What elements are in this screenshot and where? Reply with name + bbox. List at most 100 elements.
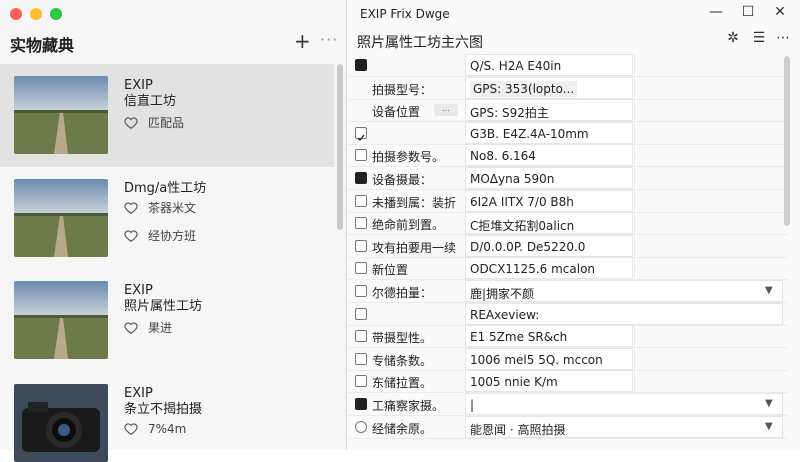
property-row[interactable]: 经储余原。 能恩闻 · 高照拍摄 ▼ — [348, 415, 788, 439]
property-value[interactable]: | — [465, 393, 783, 415]
property-row[interactable]: 带摄型性。 E1 5Zme SR&ch — [348, 325, 788, 349]
property-row[interactable]: 新位置 ODCX1125.6 mcalon — [348, 257, 788, 281]
property-value[interactable]: REAxeview: — [465, 302, 783, 325]
property-value-text: E1 5Zme SR&ch — [470, 330, 568, 345]
property-value[interactable]: 能恩闻 · 高照拍摄 — [465, 415, 783, 438]
property-row[interactable]: 设备摄最： MOΔyna 590n — [348, 167, 788, 190]
property-value-text: GPS: S92拍主 — [470, 106, 549, 121]
property-label: 工痛察家摄。 — [372, 399, 445, 413]
empty-cell — [634, 54, 666, 76]
row-checkbox[interactable] — [355, 330, 367, 343]
item-meta-text: 果进 — [148, 321, 173, 335]
list-item[interactable]: EXIP 条立不揭拍摄 7%4m — [0, 372, 334, 462]
add-item-button[interactable]: + — [294, 29, 311, 53]
maximize-icon[interactable]: ☐ — [738, 4, 758, 20]
chevron-down-icon[interactable]: ▼ — [765, 398, 773, 409]
close-window-button[interactable] — [10, 8, 22, 20]
empty-cell — [634, 144, 666, 167]
property-label: 设备摄最： — [372, 173, 433, 187]
property-value[interactable]: No8. 6.164 — [465, 144, 633, 167]
road-thumbnail — [14, 179, 108, 257]
property-row[interactable]: 未播到属：装折 6I2A IITX 7/0 B8h — [348, 189, 788, 213]
row-checkbox[interactable] — [355, 352, 367, 365]
property-value[interactable]: 1005 nnie K/m — [465, 370, 633, 393]
property-value-text: GPS: 353(lopto... — [470, 80, 578, 97]
list-item[interactable]: EXIP 信直工坊 匹配品 — [0, 64, 334, 167]
property-row[interactable]: 绝命前到置。 C拒堆文拓割0alicn — [348, 212, 788, 236]
item-title: EXIP 信直工坊 — [124, 78, 177, 109]
heart-icon[interactable] — [124, 116, 138, 130]
property-label: 拍摄参数号。 — [372, 150, 445, 165]
item-meta: 7%4m — [124, 422, 186, 436]
location-picker-button[interactable]: … — [434, 104, 458, 117]
row-checkbox[interactable] — [355, 375, 367, 388]
property-label: 未播到属：装折 — [372, 195, 457, 210]
property-row[interactable]: 东储拉置。 1005 nnie K/m — [348, 370, 788, 394]
property-value[interactable]: 鹿|拥家不颜 — [465, 280, 783, 302]
property-row[interactable]: 专储条数。 1006 mel5 5Q. mccon — [348, 347, 788, 371]
close-icon[interactable]: ✕ — [770, 4, 790, 20]
property-value[interactable]: GPS: 353(lopto... — [465, 76, 633, 99]
property-value-text: C拒堆文拓割0alicn — [470, 219, 575, 234]
heart-icon[interactable] — [124, 229, 138, 243]
gear-icon[interactable]: ✲ — [724, 30, 742, 46]
more-options-button[interactable]: ··· — [320, 30, 338, 49]
property-row[interactable]: Q/S. H2A E40in — [348, 54, 788, 77]
row-checkbox[interactable] — [355, 217, 367, 230]
property-row[interactable]: 设备位置 … GPS: S92拍主 — [348, 99, 788, 123]
property-value[interactable]: D/0.0.0P. De5220.0 — [465, 234, 633, 257]
heart-icon[interactable] — [124, 321, 138, 335]
property-label: 绝命前到置。 — [372, 218, 445, 233]
row-checkbox[interactable] — [355, 398, 367, 410]
property-value[interactable]: C拒堆文拓割0alicn — [465, 212, 633, 235]
checkbox-checked[interactable] — [355, 126, 367, 141]
detail-scrollbar[interactable] — [784, 56, 790, 226]
chevron-down-icon[interactable]: ▼ — [765, 285, 773, 296]
property-row[interactable]: REAxeview: — [348, 302, 788, 326]
property-value[interactable]: ODCX1125.6 mcalon — [465, 257, 633, 280]
item-title: EXIP 照片属性工坊 — [124, 283, 203, 314]
row-checkbox[interactable] — [355, 420, 367, 433]
chevron-down-icon[interactable]: ▼ — [765, 421, 773, 432]
minimize-icon[interactable]: — — [706, 4, 726, 20]
heart-icon[interactable] — [124, 422, 138, 436]
property-row[interactable]: 拍摄参数号。 No8. 6.164 — [348, 144, 788, 168]
row-checkbox[interactable] — [355, 239, 367, 252]
property-value-text: D/0.0.0P. De5220.0 — [470, 239, 586, 254]
row-checkbox[interactable] — [355, 262, 367, 275]
zoom-window-button[interactable] — [50, 8, 62, 20]
property-value[interactable]: 6I2A IITX 7/0 B8h — [465, 189, 633, 212]
more-icon[interactable]: ⋯ — [774, 30, 792, 46]
heart-icon[interactable] — [124, 201, 138, 215]
property-value[interactable]: E1 5Zme SR&ch — [465, 325, 633, 348]
row-checkbox[interactable] — [355, 149, 367, 162]
property-label: 新位置 — [372, 263, 409, 278]
property-row[interactable]: 工痛察家摄。 | ▼ — [348, 393, 788, 416]
collection-title: 实物藏典 — [10, 36, 75, 55]
row-checkbox[interactable] — [355, 59, 367, 71]
detail-pane: EXIP Frix Dwge — ☐ ✕ 照片属性工坊主六图 ✲ ☰ ⋯ Q/S… — [348, 0, 800, 450]
property-row[interactable]: 攻有拍要用一续 D/0.0.0P. De5220.0 — [348, 234, 788, 258]
property-row[interactable]: G3B. E4Z.4A-10mm — [348, 121, 788, 145]
list-item[interactable]: EXIP 照片属性工坊果进 — [0, 269, 334, 372]
row-checkbox[interactable] — [355, 285, 367, 297]
empty-cell — [634, 99, 666, 122]
property-value-text: Q/S. H2A E40in — [470, 59, 562, 73]
detail-title: 照片属性工坊主六图 — [357, 35, 483, 51]
property-value[interactable]: G3B. E4Z.4A-10mm — [465, 121, 633, 144]
property-row[interactable]: 拍摄型号： GPS: 353(lopto... — [348, 76, 788, 100]
property-value[interactable]: 1006 mel5 5Q. mccon — [465, 347, 633, 370]
list-icon[interactable]: ☰ — [750, 30, 768, 46]
property-row[interactable]: 尔德拍量： 鹿|拥家不颜 ▼ — [348, 280, 788, 303]
minimize-window-button[interactable] — [30, 8, 42, 20]
row-checkbox[interactable] — [355, 307, 367, 320]
list-item[interactable]: Dmg/a性工坊 茶器米文 经协方班 — [0, 167, 334, 269]
property-value[interactable]: Q/S. H2A E40in — [465, 54, 633, 76]
empty-cell — [634, 167, 666, 189]
row-checkbox[interactable] — [355, 194, 367, 207]
property-value[interactable]: MOΔyna 590n — [465, 167, 633, 189]
list-scrollbar[interactable] — [337, 64, 343, 230]
row-checkbox[interactable] — [355, 172, 367, 184]
property-value-text: 能恩闻 · 高照拍摄 — [470, 422, 566, 437]
property-value[interactable]: GPS: S92拍主 — [465, 99, 633, 122]
